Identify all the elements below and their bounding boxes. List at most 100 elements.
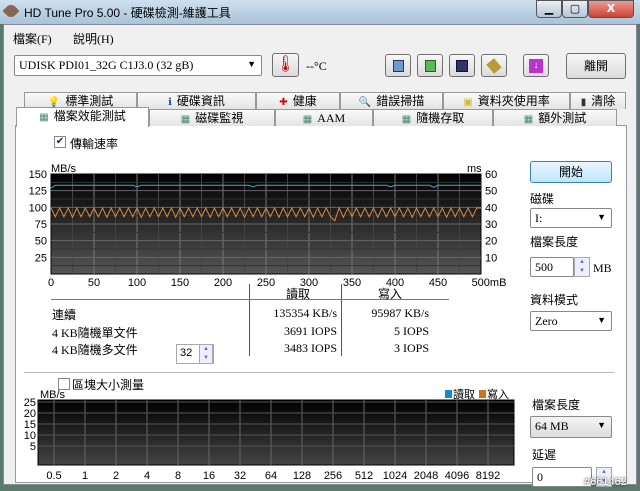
y-tick: 75	[35, 219, 47, 231]
y2-tick: 30	[485, 219, 497, 231]
x-tick: 1	[82, 470, 88, 482]
exit-button[interactable]: 離開	[566, 53, 626, 79]
file-length-label: 檔案長度	[530, 235, 579, 249]
tab-label: 磁碟監視	[195, 111, 244, 125]
x-tick: 8192	[476, 470, 500, 482]
copy-icon	[392, 60, 404, 72]
tab-label: 清除	[591, 94, 616, 108]
x-tick: 2	[113, 470, 119, 482]
title-bar: HD Tune Pro 5.00 - 硬碟檢測-維護工具 ▁ ▢ X	[0, 0, 640, 24]
tab-folder[interactable]: ▣ 資料夾使用率	[443, 92, 570, 109]
y2-tick: 20	[485, 236, 497, 248]
tab-health-cross[interactable]: ✚ 健康	[256, 92, 340, 109]
y2-tick: 40	[485, 202, 497, 214]
tab-extra-tests[interactable]: ▦ 額外測試	[493, 109, 617, 126]
save-button[interactable]	[449, 54, 475, 77]
y-tick: 25	[35, 252, 47, 264]
y-tick: 100	[29, 202, 47, 214]
block-file-length-select[interactable]: 64 MB ▼	[530, 416, 612, 438]
menu-help[interactable]: 說明(H)	[73, 30, 114, 47]
result-read: 3483 IOPS	[283, 341, 337, 355]
x-tick: 150	[171, 277, 189, 286]
queue-depth-value: 32	[180, 347, 193, 359]
y-tick: 50	[35, 236, 47, 248]
y-tick: 125	[29, 186, 47, 198]
legend-read-swatch	[445, 390, 452, 398]
folder-icon: ▣	[463, 97, 473, 108]
x-tick: 50	[88, 277, 100, 286]
tab-trash[interactable]: ▮ 清除	[570, 92, 626, 109]
x-tick: 64	[265, 470, 277, 482]
temperature-button[interactable]: 🌡	[272, 53, 299, 77]
x-tick: 4	[144, 470, 150, 482]
tab-info[interactable]: ℹ 硬碟資訊	[137, 92, 256, 109]
drive-select-value: UDISK PDI01_32G C1J3.0 (32 gB)	[19, 58, 194, 72]
random-access-icon: ▦	[401, 114, 412, 125]
start-button[interactable]: 開始	[530, 161, 612, 183]
block-file-length-value: 64 MB	[535, 419, 569, 433]
extra-tests-icon: ▦	[523, 114, 534, 125]
legend-read: 讀取	[453, 388, 475, 401]
disk-label: 磁碟	[530, 192, 555, 206]
arrow-down-icon: ↓	[529, 59, 543, 73]
file-length-spin[interactable]: ▲ ▼	[574, 257, 590, 277]
copy-text-button[interactable]	[385, 54, 411, 77]
x-tick: 4096	[445, 470, 469, 482]
temperature-readout: --°C	[306, 59, 327, 73]
minimize-button[interactable]: ▁	[536, 0, 562, 18]
disk-select[interactable]: I: ▼	[530, 208, 612, 228]
x-tick: 32	[234, 470, 246, 482]
trash-icon: ▮	[580, 97, 587, 108]
wrench-icon	[486, 58, 502, 74]
x-tick: 8	[175, 470, 181, 482]
x-tick: 0	[48, 277, 54, 286]
result-read: 3691 IOPS	[283, 323, 337, 338]
drive-select[interactable]: UDISK PDI01_32G C1J3.0 (32 gB) ▼	[14, 55, 262, 76]
tab-label: 標準測試	[65, 94, 114, 108]
x-tick: 200	[214, 277, 232, 286]
y2-tick: 60	[485, 169, 497, 181]
y-tick: 5	[30, 441, 36, 453]
tab-disk-monitor[interactable]: ▦ 磁碟監視	[149, 109, 275, 126]
queue-depth-stepper[interactable]: 32 ▲ ▼	[176, 344, 214, 364]
close-button[interactable]: X	[588, 0, 634, 18]
options-button[interactable]	[481, 54, 507, 77]
window-title: HD Tune Pro 5.00 - 硬碟檢測-維護工具	[24, 6, 231, 20]
x-tick: 0.5	[46, 470, 61, 482]
x-tick: 250	[257, 277, 275, 286]
y-axis-label: MB/s	[40, 389, 66, 401]
file-benchmark-icon: ▦	[39, 112, 49, 123]
copy-image-button[interactable]	[417, 54, 443, 77]
tab-random-access[interactable]: ▦ 隨機存取	[373, 109, 493, 126]
tab-magnifier[interactable]: 🔍 錯誤掃描	[340, 92, 443, 109]
header-write: 寫入	[378, 287, 403, 301]
data-pattern-label: 資料模式	[530, 293, 579, 307]
tab-label: 健康	[292, 94, 317, 108]
block-file-length-label: 檔案長度	[532, 398, 581, 412]
thermometer-icon: 🌡	[275, 56, 296, 73]
delay-input[interactable]: 0	[532, 467, 592, 487]
x-tick: 500mB	[472, 277, 506, 286]
result-label: 4 KB隨機單文件	[52, 325, 138, 340]
tab-file-benchmark[interactable]: ▦ 檔案效能測試	[16, 107, 149, 127]
disk-select-value: I:	[535, 211, 543, 225]
floppy-icon	[456, 60, 468, 72]
file-length-input[interactable]: 500	[530, 257, 574, 277]
tab-label: 隨機存取	[416, 111, 465, 125]
x-tick: 1024	[383, 470, 407, 482]
watermark: #661462	[584, 476, 627, 488]
menu-file[interactable]: 檔案(F)	[13, 30, 52, 47]
info-icon: ℹ	[168, 97, 172, 108]
chevron-down-icon: ▼	[247, 59, 256, 69]
data-pattern-select[interactable]: Zero ▼	[530, 311, 612, 331]
legend-write-swatch	[479, 390, 486, 398]
x-tick: 256	[324, 470, 342, 482]
chevron-down-icon: ▼	[597, 212, 606, 222]
y2-tick: 50	[485, 186, 497, 198]
x-tick: 2048	[414, 470, 438, 482]
maximize-button[interactable]: ▢	[562, 0, 588, 18]
result-label: 連續	[52, 308, 77, 322]
tab-speaker[interactable]: ▦ AAM	[275, 109, 373, 126]
download-button[interactable]: ↓	[523, 54, 549, 77]
spin-buttons[interactable]: ▲ ▼	[199, 344, 213, 364]
